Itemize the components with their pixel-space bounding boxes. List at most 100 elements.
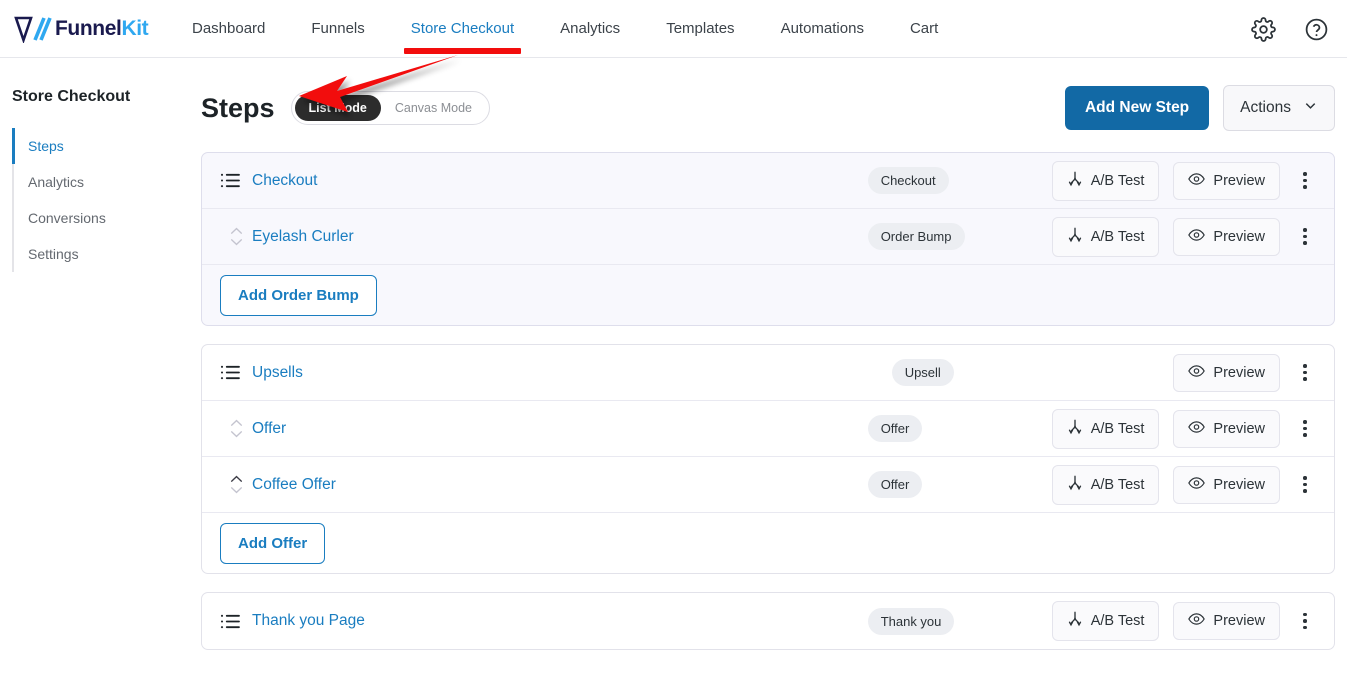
nav-item-dashboard[interactable]: Dashboard	[192, 14, 265, 43]
sidebar-title: Store Checkout	[12, 88, 131, 105]
kebab-menu-icon[interactable]	[1294, 224, 1316, 249]
kebab-menu-icon[interactable]	[1294, 609, 1316, 634]
nav-item-analytics[interactable]: Analytics	[560, 14, 620, 43]
nav-label: Analytics	[560, 20, 621, 37]
nav-label: Dashboard	[192, 20, 266, 37]
logo-text-kit: Kit	[121, 16, 149, 40]
preview-button[interactable]: Preview	[1173, 465, 1280, 504]
step-name-link[interactable]: Checkout	[252, 172, 317, 190]
sidebar-item-settings[interactable]: Settings	[12, 236, 175, 272]
step-row-eyelash-curler[interactable]: Eyelash Curler Order Bump A/B Test Previ…	[202, 209, 1334, 265]
ab-test-button[interactable]: A/B Test	[1051, 601, 1160, 641]
list-lines-icon	[220, 613, 252, 630]
ab-test-button[interactable]: A/B Test	[1051, 464, 1160, 505]
status-badge: Offer	[867, 471, 923, 498]
logo-text-funnel: Funnel	[55, 16, 122, 40]
step-name-link[interactable]: Coffee Offer	[252, 476, 336, 494]
kebab-menu-icon[interactable]	[1294, 168, 1316, 193]
preview-button[interactable]: Preview	[1173, 602, 1280, 640]
sidebar-item-label: Conversions	[28, 210, 106, 226]
add-new-step-button[interactable]: Add New Step	[1064, 86, 1210, 130]
sidebar-item-steps[interactable]: Steps	[12, 128, 175, 164]
ab-test-label: A/B Test	[1090, 172, 1145, 189]
row-actions: Checkout A/B Test Preview	[867, 160, 1316, 201]
actions-dropdown-button[interactable]: Actions	[1223, 85, 1335, 131]
step-row-thank-you-page[interactable]: Thank you Page Thank you A/B Test Previe…	[202, 593, 1334, 649]
step-name-link[interactable]: Eyelash Curler	[252, 228, 354, 246]
nav-item-funnels[interactable]: Funnels	[311, 14, 364, 43]
row-actions: Offer A/B Test Preview	[867, 464, 1316, 505]
nav-item-cart[interactable]: Cart	[910, 14, 938, 43]
step-name-link[interactable]: Upsells	[252, 364, 303, 382]
add-offer-button[interactable]: Add Offer	[220, 522, 326, 564]
ab-test-button[interactable]: A/B Test	[1051, 160, 1160, 201]
ab-test-button[interactable]: A/B Test	[1051, 408, 1160, 449]
status-badge: Thank you	[867, 607, 955, 635]
badge-slot: Offer	[867, 415, 1038, 442]
eye-icon	[1188, 364, 1206, 382]
funnelkit-logo[interactable]: FunnelKit	[14, 15, 164, 44]
tab-canvas-mode[interactable]: Canvas Mode	[381, 95, 486, 121]
preview-button[interactable]: Preview	[1173, 161, 1280, 200]
preview-label: Preview	[1213, 476, 1265, 493]
eye-icon	[1188, 476, 1206, 494]
page-title: Steps	[201, 92, 275, 123]
nav-item-automations[interactable]: Automations	[781, 14, 864, 43]
tab-label: List Mode	[308, 101, 367, 115]
nav-item-store-checkout[interactable]: Store Checkout	[403, 14, 522, 54]
ab-test-label: A/B Test	[1090, 613, 1145, 629]
sort-up-down-icon[interactable]	[220, 419, 252, 438]
eye-icon	[1188, 172, 1206, 190]
eye-icon	[1188, 228, 1206, 246]
step-row-upsells[interactable]: Upsells Upsell A/B Test	[202, 345, 1334, 401]
ab-split-test-icon	[1067, 171, 1083, 191]
badge-slot: Checkout	[867, 167, 1038, 194]
kebab-menu-icon[interactable]	[1294, 416, 1316, 441]
kebab-menu-icon[interactable]	[1294, 472, 1316, 497]
view-mode-toggle: List Mode Canvas Mode	[290, 91, 490, 125]
preview-button[interactable]: Preview	[1173, 217, 1280, 256]
step-name-link[interactable]: Thank you Page	[252, 612, 365, 630]
sidebar-item-conversions[interactable]: Conversions	[12, 200, 175, 236]
sidebar-item-analytics[interactable]: Analytics	[12, 164, 175, 200]
row-actions: Upsell A/B Test Pr	[891, 353, 1316, 392]
top-navigation-bar: FunnelKit Dashboard Funnels Store Checko…	[0, 0, 1347, 58]
sort-up-down-icon[interactable]	[220, 475, 252, 494]
step-name-link[interactable]: Offer	[252, 420, 286, 438]
ab-test-label: A/B Test	[1090, 228, 1145, 245]
sidebar-item-label: Settings	[28, 246, 79, 262]
card-footer: Add Offer	[202, 513, 1334, 573]
preview-label: Preview	[1213, 613, 1265, 629]
kebab-menu-icon[interactable]	[1294, 360, 1316, 385]
badge-slot: Order Bump	[867, 223, 1038, 250]
topbar-actions	[1251, 0, 1329, 58]
step-row-offer[interactable]: Offer Offer A/B Test Preview	[202, 401, 1334, 457]
red-underline-annotation	[403, 48, 522, 54]
nav-label: Cart	[909, 20, 939, 37]
add-order-bump-button[interactable]: Add Order Bump	[220, 274, 377, 316]
preview-button[interactable]: Preview	[1173, 409, 1280, 448]
badge-slot: Upsell	[891, 359, 1062, 386]
logo-wordmark: FunnelKit	[55, 16, 149, 41]
row-actions: Offer A/B Test Preview	[867, 408, 1316, 449]
ab-split-test-icon	[1067, 475, 1083, 495]
ab-test-button[interactable]: A/B Test	[1051, 216, 1160, 257]
step-row-checkout[interactable]: Checkout Checkout A/B Test Preview	[202, 153, 1334, 209]
status-badge: Offer	[867, 415, 923, 442]
nav-label: Automations	[780, 20, 864, 37]
preview-label: Preview	[1213, 172, 1265, 189]
preview-label: Preview	[1213, 228, 1265, 245]
question-mark-circle-icon[interactable]	[1304, 17, 1329, 42]
nav-label: Templates	[666, 20, 735, 37]
ab-split-test-icon	[1067, 611, 1083, 631]
step-row-coffee-offer[interactable]: Coffee Offer Offer A/B Test Preview	[202, 457, 1334, 513]
gear-icon[interactable]	[1251, 16, 1276, 42]
row-actions: Thank you A/B Test Preview	[867, 601, 1316, 641]
status-badge: Upsell	[891, 359, 954, 386]
nav-item-templates[interactable]: Templates	[666, 14, 734, 43]
tab-list-mode[interactable]: List Mode	[294, 95, 381, 121]
preview-button[interactable]: Preview	[1173, 353, 1280, 392]
eye-icon	[1188, 612, 1206, 630]
page-body: Store Checkout Steps Analytics Conversio…	[0, 55, 1347, 694]
sort-up-down-icon[interactable]	[220, 227, 252, 246]
